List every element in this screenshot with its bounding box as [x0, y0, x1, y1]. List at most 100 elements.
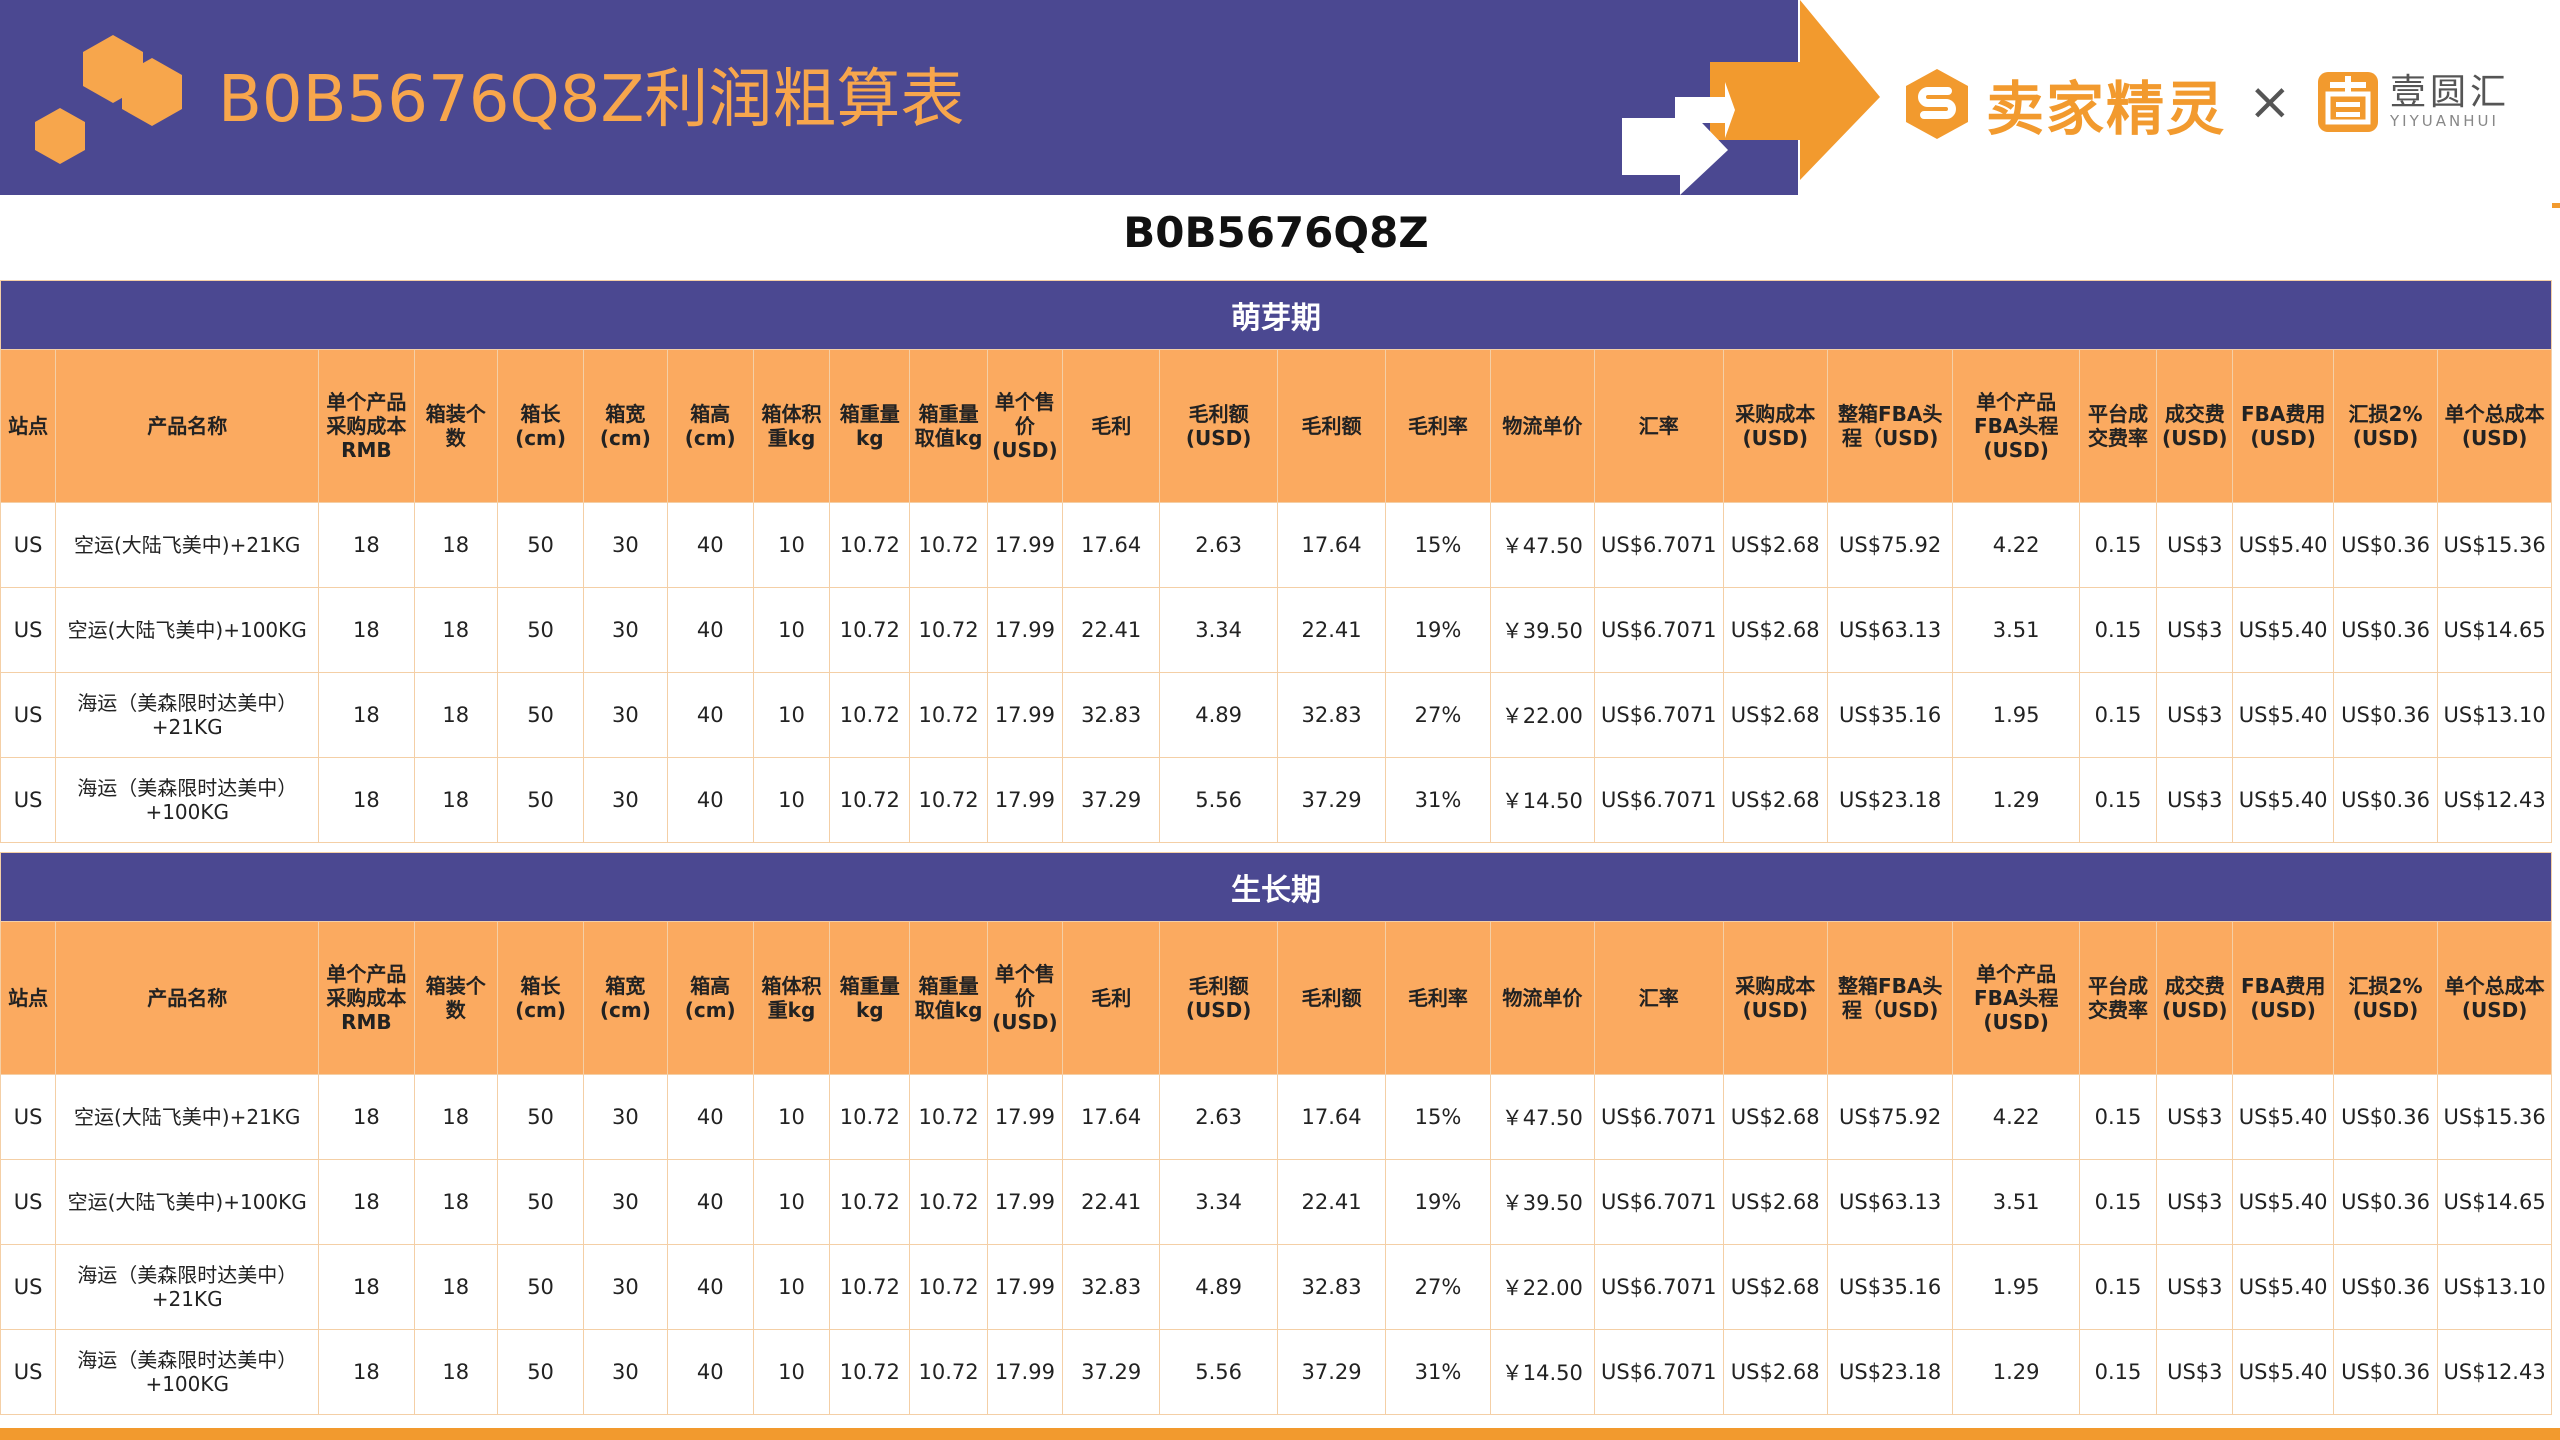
table-cell: 40: [666, 1074, 754, 1160]
column-header: 整箱FBA头程（USD): [1826, 349, 1954, 503]
table-cell: 海运（美森限时达美中）+100KG: [55, 1329, 320, 1415]
table-cell: 10.72: [829, 1074, 911, 1160]
table-cell: US$2.68: [1722, 757, 1828, 843]
table-cell: 37.29: [1062, 1329, 1161, 1415]
column-header: 毛利: [1062, 921, 1161, 1075]
table-cell: US$23.18: [1826, 1329, 1954, 1415]
column-header: FBA费用(USD): [2232, 349, 2334, 503]
table-cell: 32.83: [1062, 672, 1161, 758]
table-cell: 40: [666, 1159, 754, 1245]
table-cell: 32.83: [1276, 672, 1387, 758]
table-cell: 17.99: [986, 1329, 1064, 1415]
table-cell: US$6.7071: [1594, 587, 1724, 673]
column-header: 物流单价: [1489, 921, 1596, 1075]
brand-logo-maijiajingling: 卖家精灵: [1900, 62, 2226, 146]
table-cell: 18: [413, 672, 498, 758]
table-cell: US$5.40: [2232, 502, 2334, 588]
table-cell: 18: [413, 1244, 498, 1330]
table-cell: US$5.40: [2232, 587, 2334, 673]
table-cell: US$12.43: [2437, 1329, 2552, 1415]
column-header: 成交费(USD): [2156, 349, 2234, 503]
table-cell: US$6.7071: [1594, 757, 1724, 843]
table-cell: US$23.18: [1826, 757, 1954, 843]
table-cell: US$75.92: [1826, 1074, 1954, 1160]
table-cell: US: [0, 1244, 57, 1330]
arrows-icon: [1622, 0, 1880, 195]
column-header: 毛利额: [1276, 921, 1387, 1075]
column-header: FBA费用(USD): [2232, 921, 2334, 1075]
table-cell: US$3: [2156, 1074, 2234, 1160]
table-cell: 海运（美森限时达美中）+21KG: [55, 672, 320, 758]
table-cell: 18: [318, 1159, 415, 1245]
table-cell: US$3: [2156, 1159, 2234, 1245]
table-cell: US$5.40: [2232, 1074, 2334, 1160]
column-header: 箱重量取值kg: [909, 921, 988, 1075]
table-cell: 27%: [1385, 1244, 1491, 1330]
table-cell: 37.29: [1062, 757, 1161, 843]
table-cell: 10.72: [909, 672, 988, 758]
table-cell: 18: [318, 587, 415, 673]
table-cell: US$63.13: [1826, 1159, 1954, 1245]
table-cell: 22.41: [1276, 587, 1387, 673]
table-cell: 10.72: [909, 1244, 988, 1330]
table-cell: 30: [583, 1159, 668, 1245]
table-cell: US$2.68: [1722, 672, 1828, 758]
table-cell: 10.72: [909, 587, 988, 673]
table-cell: 0.15: [2078, 502, 2158, 588]
table-cell: 18: [413, 1159, 498, 1245]
table-cell: 2.63: [1159, 502, 1278, 588]
table-cell: 10.72: [909, 1074, 988, 1160]
table-cell: 3.51: [1952, 587, 2080, 673]
table-row: US 海运（美森限时达美中）+21KG 18 18 50 30 40 10 10.72 10.72…: [0, 672, 2552, 758]
asin-heading: B0B5676Q8Z: [1123, 208, 1429, 257]
table-cell: 30: [583, 1329, 668, 1415]
table-row: US 海运（美森限时达美中）+100KG 18 18 50 30 40 10 10.72 10.7…: [0, 757, 2552, 843]
table-cell: 32.83: [1276, 1244, 1387, 1330]
table-cell: 空运(大陆飞美中)+21KG: [55, 1074, 320, 1160]
table-cell: US: [0, 672, 57, 758]
table-cell: 50: [496, 587, 585, 673]
table-cell: 5.56: [1159, 1329, 1278, 1415]
table-cell: US$3: [2156, 502, 2234, 588]
table-cell: 17.64: [1062, 502, 1161, 588]
column-header: 整箱FBA头程（USD): [1826, 921, 1954, 1075]
table-cell: ￥14.50: [1489, 1329, 1596, 1415]
table-cell: US$5.40: [2232, 757, 2334, 843]
column-header: 箱高(cm): [666, 921, 754, 1075]
table-cell: US$6.7071: [1594, 1159, 1724, 1245]
table-cell: 海运（美森限时达美中）+100KG: [55, 757, 320, 843]
table-cell: US$0.36: [2332, 1159, 2439, 1245]
column-header: 箱体积重kg: [752, 921, 831, 1075]
table-cell: 0.15: [2078, 587, 2158, 673]
table-cell: 22.41: [1062, 1159, 1161, 1245]
table-cell: US$12.43: [2437, 757, 2552, 843]
table-cell: 18: [318, 1244, 415, 1330]
table-cell: 17.99: [986, 1244, 1064, 1330]
table-cell: 31%: [1385, 1329, 1491, 1415]
table-cell: 15%: [1385, 1074, 1491, 1160]
table-cell: 17.99: [986, 1159, 1064, 1245]
column-header: 箱装个数: [413, 921, 498, 1075]
table-cell: 18: [413, 587, 498, 673]
table-row: US 海运（美森限时达美中）+100KG 18 18 50 30 40 10 10.72 10.7…: [0, 1329, 2552, 1415]
collab-times-icon: ×: [2248, 72, 2292, 132]
table-cell: US$5.40: [2232, 672, 2334, 758]
table-cell: US$0.36: [2332, 502, 2439, 588]
table-cell: 空运(大陆飞美中)+100KG: [55, 1159, 320, 1245]
table-cell: ￥14.50: [1489, 757, 1596, 843]
table-cell: 31%: [1385, 757, 1491, 843]
table-cell: US$3: [2156, 1329, 2234, 1415]
table-cell: US$35.16: [1826, 672, 1954, 758]
column-header: 产品名称: [55, 921, 320, 1075]
column-header: 毛利率: [1385, 921, 1491, 1075]
table-cell: 18: [413, 1329, 498, 1415]
table-cell: 18: [413, 502, 498, 588]
table-cell: US$6.7071: [1594, 1074, 1724, 1160]
table-cell: 19%: [1385, 1159, 1491, 1245]
table-cell: 17.64: [1276, 1074, 1387, 1160]
column-header: 汇损2%(USD): [2332, 349, 2439, 503]
column-header: 单个总成本(USD): [2437, 349, 2552, 503]
column-header: 平台成交费率: [2078, 349, 2158, 503]
table-cell: 30: [583, 672, 668, 758]
table-cell: 50: [496, 1329, 585, 1415]
